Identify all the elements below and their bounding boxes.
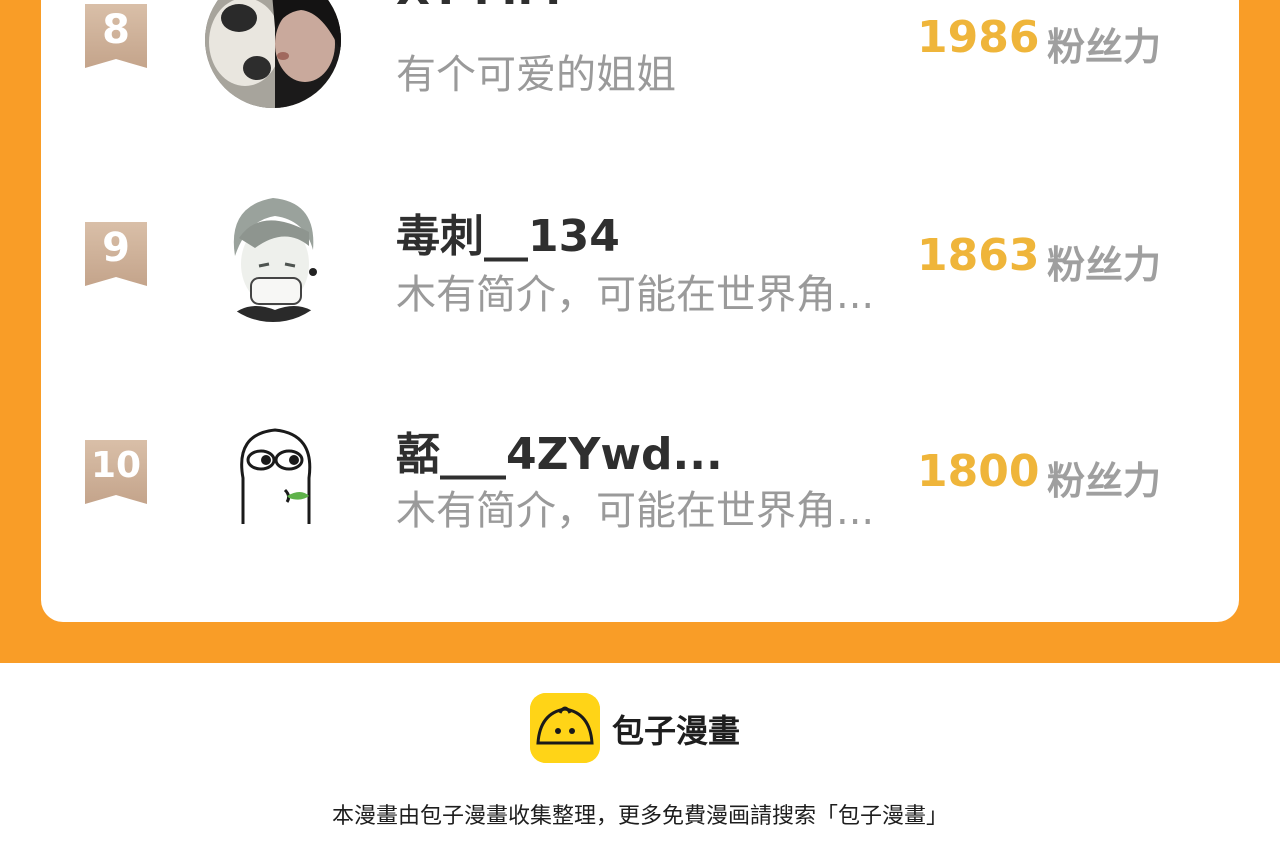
- rank-number: 9: [102, 225, 130, 271]
- rank-number: 10: [90, 445, 142, 486]
- bun-logo-icon: [530, 693, 600, 763]
- doodle-face-avatar[interactable]: [205, 404, 341, 540]
- user-bio: 有个可爱的姐姐: [396, 52, 676, 98]
- user-bio: 木有简介，可能在世界角...: [396, 272, 875, 318]
- rank-badge: 8: [85, 4, 147, 68]
- ranking-card: 8 XY-MM 有个可爱的姐姐 1986 粉丝力 9: [41, 0, 1239, 622]
- cat-and-girl-avatar[interactable]: [205, 0, 341, 108]
- brand-name: 包子漫畫: [612, 712, 741, 750]
- fan-score: 1986: [917, 12, 1040, 63]
- fan-score: 1800: [917, 446, 1040, 497]
- rank-number: 8: [102, 7, 130, 53]
- footer-note: 本漫畫由包子漫畫收集整理，更多免費漫画請搜索「包子漫畫」: [331, 804, 948, 829]
- rank-badge: 10: [85, 440, 147, 504]
- ranking-row[interactable]: 10 嚭___4ZYwd... 木有简介，可能在世界角... 1800 粉丝力: [41, 404, 1239, 544]
- fan-score-unit: 粉丝力: [1047, 25, 1162, 69]
- ranking-row[interactable]: 8 XY-MM 有个可爱的姐姐 1986 粉丝力: [41, 0, 1239, 108]
- username[interactable]: 毒刺__134: [396, 200, 620, 264]
- fan-score-unit: 粉丝力: [1047, 243, 1162, 287]
- user-bio: 木有简介，可能在世界角...: [396, 488, 875, 534]
- ranking-row[interactable]: 9 毒刺__134 木有简介，可能在世界角... 1863 粉丝力: [41, 186, 1239, 326]
- username[interactable]: 嚭___4ZYwd...: [396, 418, 723, 482]
- masked-boy-avatar[interactable]: [205, 186, 341, 322]
- username[interactable]: XY-MM: [396, 0, 561, 15]
- fan-score: 1863: [917, 230, 1040, 281]
- fan-score-unit: 粉丝力: [1047, 459, 1162, 503]
- rank-badge: 9: [85, 222, 147, 286]
